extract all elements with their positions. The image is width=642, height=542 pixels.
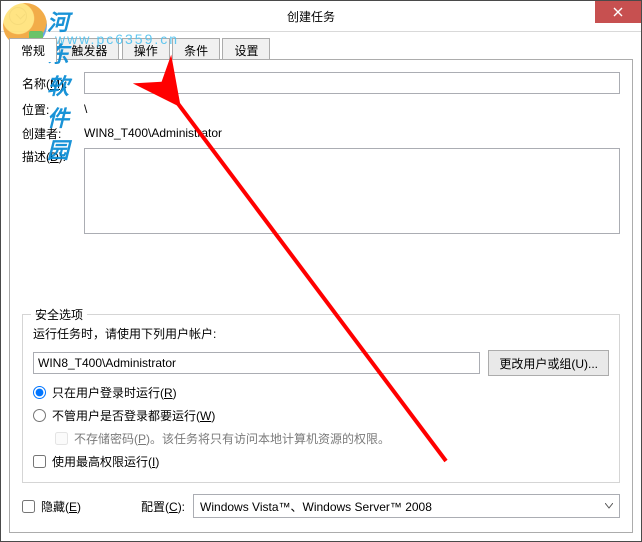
checkbox-hidden[interactable]: 隐藏(E) [22, 498, 81, 515]
configure-for-select[interactable]: Windows Vista™、Windows Server™ 2008 [193, 494, 620, 518]
radio-logged-on-input[interactable] [33, 386, 46, 399]
description-input[interactable] [84, 148, 620, 234]
radio-logged-on[interactable]: 只在用户登录时运行(R) [33, 384, 609, 401]
configure-for-label: 配置(C): [141, 498, 185, 515]
radio-any-user-input[interactable] [33, 409, 46, 422]
checkbox-hidden-input[interactable] [22, 500, 35, 513]
checkbox-highest-privileges-label: 使用最高权限运行(I) [52, 453, 159, 470]
radio-logged-on-label: 只在用户登录时运行(R) [52, 384, 177, 401]
security-legend: 安全选项 [31, 306, 87, 323]
location-label: 位置: [22, 101, 84, 118]
dialog-body: 常规 触发器 操作 条件 设置 名称(M): 位置: \ [9, 37, 633, 533]
row-name: 名称(M): [22, 72, 620, 94]
bottom-row: 隐藏(E) 配置(C): Windows Vista™、Windows Serv… [22, 494, 620, 518]
titlebar: 创建任务 [1, 1, 641, 32]
row-creator: 创建者: WIN8_T400\Administrator [22, 124, 620, 142]
radio-any-user-label: 不管用户是否登录都要运行(W) [52, 407, 215, 424]
row-location: 位置: \ [22, 100, 620, 118]
checkbox-highest-privileges-input[interactable] [33, 455, 46, 468]
creator-value: WIN8_T400\Administrator [84, 124, 620, 142]
tab-general[interactable]: 常规 [9, 38, 57, 62]
row-description: 描述(D): [22, 148, 620, 234]
tab-strip: 常规 触发器 操作 条件 设置 [9, 37, 633, 59]
row-account: WIN8_T400\Administrator 更改用户或组(U)... [33, 350, 609, 376]
location-value: \ [84, 100, 620, 118]
name-input[interactable] [84, 72, 620, 94]
close-button[interactable] [595, 1, 641, 23]
account-field: WIN8_T400\Administrator [33, 352, 480, 374]
account-value: WIN8_T400\Administrator [38, 356, 176, 370]
dialog-window: 创建任务 常规 触发器 操作 条件 设置 名称(M): [0, 0, 642, 542]
run-as-label: 运行任务时，请使用下列用户帐户: [33, 325, 609, 342]
checkbox-no-store-password-input [55, 432, 68, 445]
security-options-group: 安全选项 运行任务时，请使用下列用户帐户: WIN8_T400\Administ… [22, 314, 620, 483]
radio-any-user[interactable]: 不管用户是否登录都要运行(W) [33, 407, 609, 424]
configure-for-value: Windows Vista™、Windows Server™ 2008 [200, 498, 432, 515]
window-body: 创建任务 常规 触发器 操作 条件 设置 名称(M): [1, 1, 641, 541]
checkbox-no-store-password-label: 不存储密码(P)。该任务将只有访问本地计算机资源的权限。 [74, 430, 390, 447]
window-title: 创建任务 [27, 8, 595, 25]
creator-label: 创建者: [22, 125, 84, 142]
general-form: 名称(M): 位置: \ 创建者: WIN8_T400\Administrato… [22, 72, 620, 240]
tab-panel-general: 名称(M): 位置: \ 创建者: WIN8_T400\Administrato… [9, 59, 633, 533]
checkbox-highest-privileges[interactable]: 使用最高权限运行(I) [33, 453, 609, 470]
checkbox-hidden-label: 隐藏(E) [41, 498, 81, 515]
checkbox-no-store-password: 不存储密码(P)。该任务将只有访问本地计算机资源的权限。 [55, 430, 609, 447]
change-user-button[interactable]: 更改用户或组(U)... [488, 350, 609, 376]
description-label: 描述(D): [22, 148, 84, 165]
chevron-down-icon [601, 498, 617, 514]
app-icon [9, 7, 27, 25]
name-label: 名称(M): [22, 75, 84, 92]
close-icon [613, 7, 623, 17]
